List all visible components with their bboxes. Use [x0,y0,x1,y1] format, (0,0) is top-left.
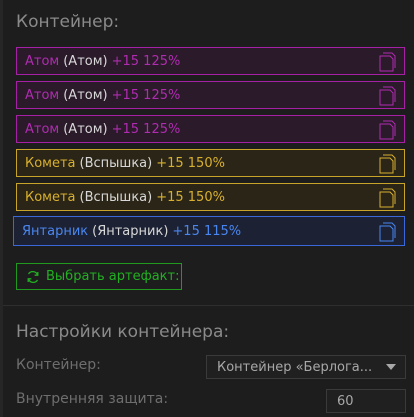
artifact-name: Атом [25,53,60,69]
artifact-row[interactable]: Комета (Вспышка) +15 150% [16,149,405,177]
artifact-row[interactable]: Комета (Вспышка) +15 150% [16,183,405,211]
container-select[interactable]: Контейнер «Берлога... [206,355,406,379]
artifact-original-name: (Атом) [63,53,108,69]
artifact-original-name: (Атом) [63,87,108,103]
artifact-name: Атом [25,121,60,137]
section-divider [3,305,414,306]
artifact-original-name: (Вспышка) [79,189,153,205]
artifact-bonus: +15 150% [156,155,225,171]
artifact-row[interactable]: Атом (Атом) +15 125% [16,81,405,109]
copy-document-icon[interactable] [379,120,396,140]
settings-section-title: Настройки контейнера: [16,322,230,342]
artifact-bonus: +15 125% [111,121,181,137]
artifact-original-name: (Атом) [63,121,108,137]
dropdown-arrow-icon [386,364,396,370]
artifact-bonus: +15 125% [111,53,181,69]
artifact-name: Атом [25,87,60,103]
artifact-bonus: +15 125% [111,87,181,103]
artifact-bonus: +15 115% [172,223,242,239]
panel-edge [0,0,3,417]
artifact-name: Комета [25,155,76,171]
protection-label: Внутренняя защита: [16,391,169,407]
artifact-row[interactable]: Атом (Атом) +15 125% [16,47,405,75]
container-label: Контейнер: [16,357,101,373]
protection-input[interactable] [326,389,406,413]
copy-document-icon[interactable] [379,222,396,242]
select-artifact-label: Выбрать артефакт: [46,269,180,284]
artifact-name: Янтарник [22,223,89,239]
artifact-bonus: +15 150% [156,189,225,205]
artifact-row-selected[interactable]: Янтарник (Янтарник) +15 115% [13,216,405,246]
copy-document-icon[interactable] [379,154,396,174]
artifact-original-name: (Янтарник) [92,223,169,239]
artifact-row[interactable]: Атом (Атом) +15 125% [16,115,405,143]
artifact-name: Комета [25,189,76,205]
copy-document-icon[interactable] [379,52,396,72]
refresh-icon [27,270,39,283]
copy-document-icon[interactable] [379,188,396,208]
artifact-original-name: (Вспышка) [79,155,153,171]
container-select-value: Контейнер «Берлога... [217,359,373,375]
select-artifact-button[interactable]: Выбрать артефакт: [16,263,182,290]
copy-document-icon[interactable] [379,86,396,106]
container-section-title: Контейнер: [16,12,120,32]
container-panel: Контейнер: Атом (Атом) +15 125% Атом (Ат… [0,0,414,417]
